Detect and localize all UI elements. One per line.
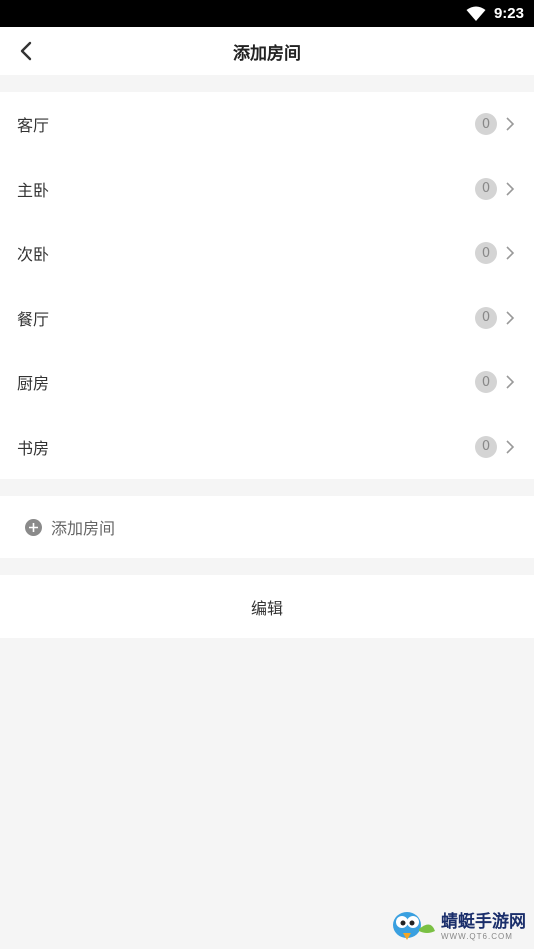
- page-title: 添加房间: [233, 43, 301, 64]
- chevron-right-icon: [505, 181, 515, 197]
- room-name: 厨房: [17, 374, 50, 394]
- chevron-left-icon: [20, 41, 32, 61]
- back-button[interactable]: [14, 39, 38, 63]
- room-name: 餐厅: [17, 309, 50, 329]
- watermark: 蜻蜓手游网 WWW.QT6.COM: [391, 909, 526, 943]
- room-name: 客厅: [17, 116, 50, 136]
- device-count-badge: 0: [475, 177, 497, 200]
- chevron-right-icon: [505, 245, 515, 261]
- edit-button[interactable]: 编辑: [0, 575, 534, 638]
- device-count-badge: 0: [475, 242, 497, 265]
- room-item-kitchen[interactable]: 厨房 0: [0, 350, 534, 415]
- room-item-living-room[interactable]: 客厅 0: [0, 92, 534, 157]
- room-list: 客厅 0 主卧 0 次卧 0 餐厅 0 厨房 0 书房 0: [0, 92, 534, 479]
- dragonfly-logo-icon: [393, 912, 435, 940]
- watermark-title: 蜻蜓手游网: [441, 911, 526, 932]
- room-item-dining-room[interactable]: 餐厅 0: [0, 286, 534, 351]
- chevron-right-icon: [505, 116, 515, 132]
- status-bar: 9:23: [0, 0, 534, 27]
- device-count-badge: 0: [475, 371, 497, 394]
- room-name: 书房: [17, 438, 50, 458]
- chevron-right-icon: [505, 374, 515, 390]
- chevron-right-icon: [505, 310, 515, 326]
- edit-label: 编辑: [250, 598, 283, 618]
- watermark-url: WWW.QT6.COM: [441, 931, 513, 941]
- device-count-badge: 0: [475, 435, 497, 458]
- wifi-icon: [466, 6, 486, 22]
- room-item-master-bedroom[interactable]: 主卧 0: [0, 157, 534, 222]
- device-count-badge: 0: [475, 306, 497, 329]
- add-room-label: 添加房间: [51, 519, 116, 538]
- plus-circle-icon: [25, 518, 42, 536]
- room-name: 主卧: [17, 180, 50, 200]
- room-name: 次卧: [17, 245, 50, 265]
- add-room-button[interactable]: 添加房间: [0, 496, 534, 558]
- room-item-study[interactable]: 书房 0: [0, 415, 534, 480]
- status-time: 9:23: [493, 5, 524, 22]
- room-item-second-bedroom[interactable]: 次卧 0: [0, 221, 534, 286]
- chevron-right-icon: [505, 439, 515, 455]
- nav-bar: 添加房间: [0, 27, 534, 75]
- device-count-badge: 0: [475, 113, 497, 136]
